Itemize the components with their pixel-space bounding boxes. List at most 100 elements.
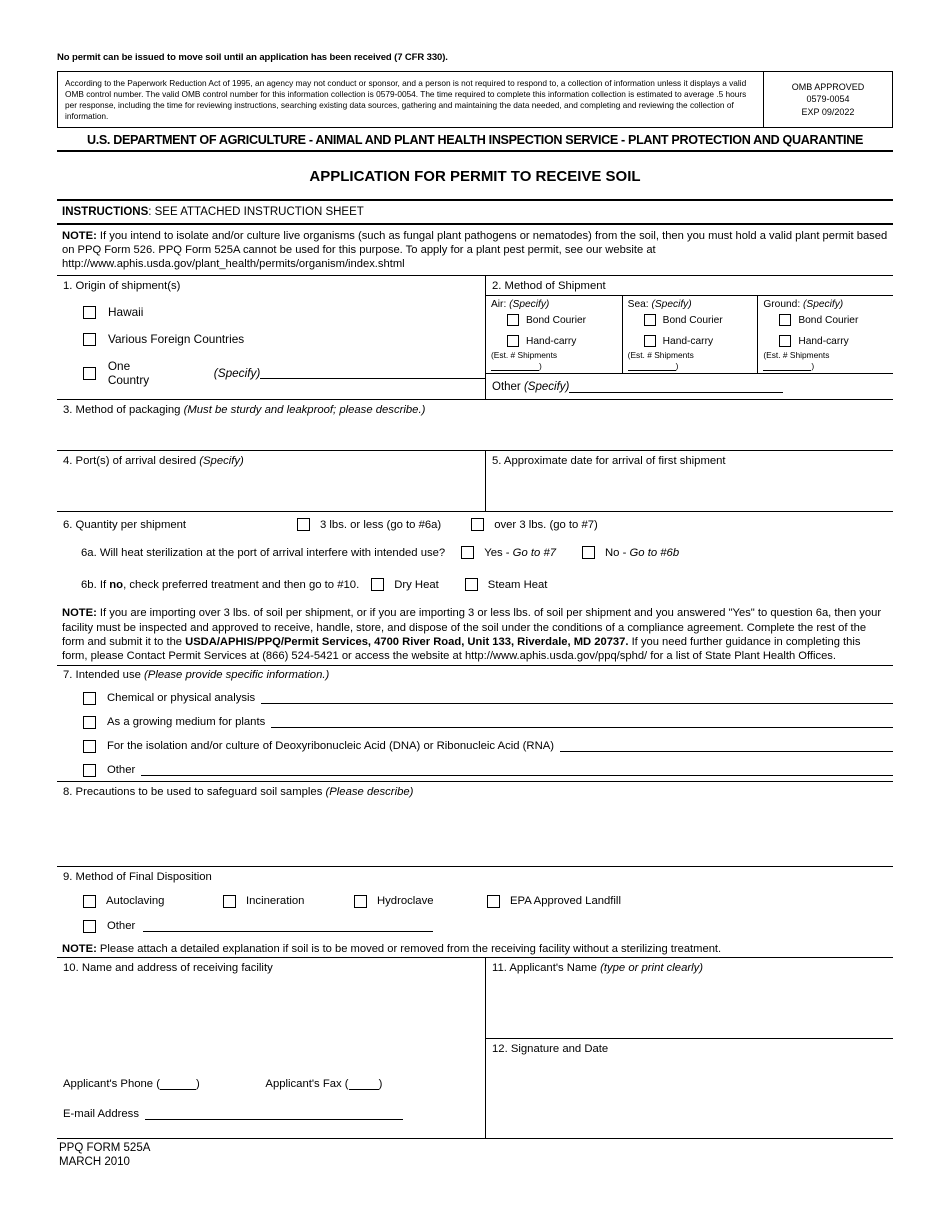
section-6a-row: 6a. Will heat sterilization at the port … (63, 537, 893, 568)
checkbox-epa-approved-landfill[interactable] (487, 894, 500, 908)
shipment-method-columns: Air: (Specify) Bond Courier Hand-carry (… (486, 295, 893, 374)
checkbox-dna-rna-isolation[interactable] (83, 739, 96, 753)
checkbox-over-3lbs[interactable] (471, 518, 485, 532)
section-8-title: 8. Precautions to be used to safeguard s… (63, 785, 326, 798)
section-6a-yes-label: Yes - Go to #7 (484, 547, 556, 559)
checkbox-various-foreign-countries[interactable] (83, 332, 96, 346)
section-10-receiving-facility[interactable]: 10. Name and address of receiving facili… (57, 958, 485, 1138)
air-hand-carry-label: Hand-carry (526, 335, 577, 347)
section-6b-bold: no (109, 578, 124, 591)
section-9-title: 9. Method of Final Disposition (63, 870, 212, 883)
checkbox-chemical-or-physical-analysis[interactable] (83, 691, 96, 705)
paperwork-notice-text: According to the Paperwork Reduction Act… (65, 78, 747, 122)
ground-est-input[interactable] (763, 361, 812, 372)
checkbox-disposition-other[interactable] (83, 919, 96, 933)
one-country-specify-input[interactable] (260, 367, 485, 380)
section-5-title: 5. Approximate date for arrival of first… (492, 455, 726, 468)
checkbox-6a-no[interactable] (582, 546, 596, 560)
checkbox-sea-bond-courier[interactable] (643, 314, 656, 327)
air-bond-courier-row[interactable]: Bond Courier (507, 314, 618, 327)
footer-form-number: PPQ FORM 525A (59, 1142, 151, 1154)
intended-use-dna-rna[interactable]: For the isolation and/or culture of Deox… (63, 739, 893, 753)
disposition-hydroclave-label: Hydroclave (377, 895, 434, 908)
checkbox-incineration[interactable] (223, 894, 236, 908)
checkbox-air-bond-courier[interactable] (507, 314, 519, 327)
applicant-fax-input[interactable] (348, 1078, 379, 1090)
section-11-applicant-name[interactable]: 11. Applicant's Name (type or print clea… (486, 958, 893, 1038)
section-5-approximate-date[interactable]: 5. Approximate date for arrival of first… (485, 451, 893, 512)
origin-option-one-country[interactable]: One Country (Specify) (63, 359, 485, 387)
checkbox-air-hand-carry[interactable] (507, 335, 519, 348)
checkbox-one-country[interactable] (83, 366, 96, 380)
applicant-fax-close: ) (378, 1078, 383, 1090)
ground-est-shipments: (Est. # Shipments ) (763, 350, 889, 372)
disposition-incineration[interactable]: Incineration (223, 894, 354, 908)
disposition-epa-landfill[interactable]: EPA Approved Landfill (487, 894, 621, 908)
checkbox-6a-yes[interactable] (461, 546, 475, 560)
intended-use-dna-label: For the isolation and/or culture of Deox… (107, 740, 555, 753)
origin-option-hawaii[interactable]: Hawaii (63, 305, 485, 319)
sea-hand-carry-row[interactable]: Hand-carry (643, 335, 754, 348)
note-top: NOTE: If you intend to isolate and/or cu… (57, 225, 893, 275)
checkbox-sea-hand-carry[interactable] (643, 335, 656, 348)
section-11-title-italic: (type or print clearly) (600, 962, 704, 974)
applicant-phone-close: ) (195, 1078, 200, 1090)
intended-use-growing-input[interactable] (271, 716, 893, 729)
disposition-other-row[interactable]: Other (63, 919, 893, 933)
intended-use-other[interactable]: Other (63, 763, 893, 777)
checkbox-ground-bond-courier[interactable] (779, 314, 792, 327)
section-4-port-of-arrival[interactable]: 4. Port(s) of arrival desired (Specify) (57, 451, 485, 511)
intended-use-chemical-analysis[interactable]: Chemical or physical analysis (63, 691, 893, 705)
section-6a-yes-italic: Go to #7 (512, 546, 557, 559)
checkbox-dry-heat[interactable] (371, 578, 385, 592)
note-top-text: If you intend to isolate and/or culture … (62, 230, 888, 271)
origin-option-one-country-label: One Country (107, 359, 150, 388)
intended-use-dna-input[interactable] (560, 740, 893, 753)
applicant-email-input[interactable] (144, 1108, 403, 1120)
checkbox-intended-use-other[interactable] (83, 763, 96, 777)
checkbox-steam-heat[interactable] (464, 578, 478, 592)
checkbox-ground-hand-carry[interactable] (779, 335, 792, 348)
section-10-title: 10. Name and address of receiving facili… (63, 962, 273, 974)
intended-use-other-label: Other (107, 764, 136, 777)
ground-bond-courier-row[interactable]: Bond Courier (779, 314, 889, 327)
section-3-title-italic: (Must be sturdy and leakproof; please de… (183, 404, 426, 417)
intended-use-other-input[interactable] (141, 764, 893, 777)
disposition-other-input[interactable] (143, 920, 434, 933)
section-12-title: 12. Signature and Date (492, 1043, 609, 1055)
section-6a-question: 6a. Will heat sterilization at the port … (81, 546, 446, 559)
origin-option-various-foreign-countries[interactable]: Various Foreign Countries (63, 332, 485, 346)
disposition-autoclaving-label: Autoclaving (106, 895, 165, 908)
sea-est-input[interactable] (627, 361, 676, 372)
checkbox-growing-medium-for-plants[interactable] (83, 715, 96, 729)
intended-use-chemical-input[interactable] (261, 692, 893, 705)
air-est-input[interactable] (491, 361, 539, 372)
section-6-main-row: 6. Quantity per shipment 3 lbs. or less … (63, 512, 893, 537)
section-6-opt-small-label: 3 lbs. or less (go to #6a) (320, 518, 442, 531)
air-heading-specify: (Specify) (509, 299, 550, 311)
sea-bond-courier-row[interactable]: Bond Courier (643, 314, 754, 327)
air-hand-carry-row[interactable]: Hand-carry (507, 335, 618, 348)
sea-heading-prefix: Sea: (627, 299, 652, 311)
shipment-column-air: Air: (Specify) Bond Courier Hand-carry (… (486, 296, 622, 373)
air-est-label: (Est. # Shipments (491, 350, 558, 361)
air-heading-prefix: Air: (491, 299, 510, 311)
omb-expiration: EXP 09/2022 (801, 106, 855, 117)
checkbox-3lbs-or-less[interactable] (297, 518, 310, 532)
checkbox-autoclaving[interactable] (83, 894, 96, 908)
agency-title: U.S. DEPARTMENT OF AGRICULTURE - ANIMAL … (86, 133, 863, 148)
intended-use-growing-medium[interactable]: As a growing medium for plants (63, 715, 893, 729)
checkbox-hawaii[interactable] (83, 305, 96, 319)
shipment-other-input[interactable] (569, 381, 784, 394)
section-3-body[interactable]: 3. Method of packaging (Must be sturdy a… (57, 400, 893, 450)
checkbox-hydroclave[interactable] (354, 894, 367, 908)
ground-hand-carry-row[interactable]: Hand-carry (779, 335, 889, 348)
disposition-autoclaving[interactable]: Autoclaving (83, 894, 223, 908)
section-8-body[interactable]: 8. Precautions to be used to safeguard s… (57, 782, 893, 866)
origin-option-various-label: Various Foreign Countries (108, 332, 245, 347)
section-12-signature-and-date[interactable]: 12. Signature and Date (486, 1038, 893, 1137)
section-11-title: 11. Applicant's Name (492, 962, 601, 974)
applicant-phone-input[interactable] (159, 1078, 196, 1090)
section-2-title: 2. Method of Shipment (492, 280, 606, 293)
disposition-hydroclave[interactable]: Hydroclave (354, 894, 487, 908)
